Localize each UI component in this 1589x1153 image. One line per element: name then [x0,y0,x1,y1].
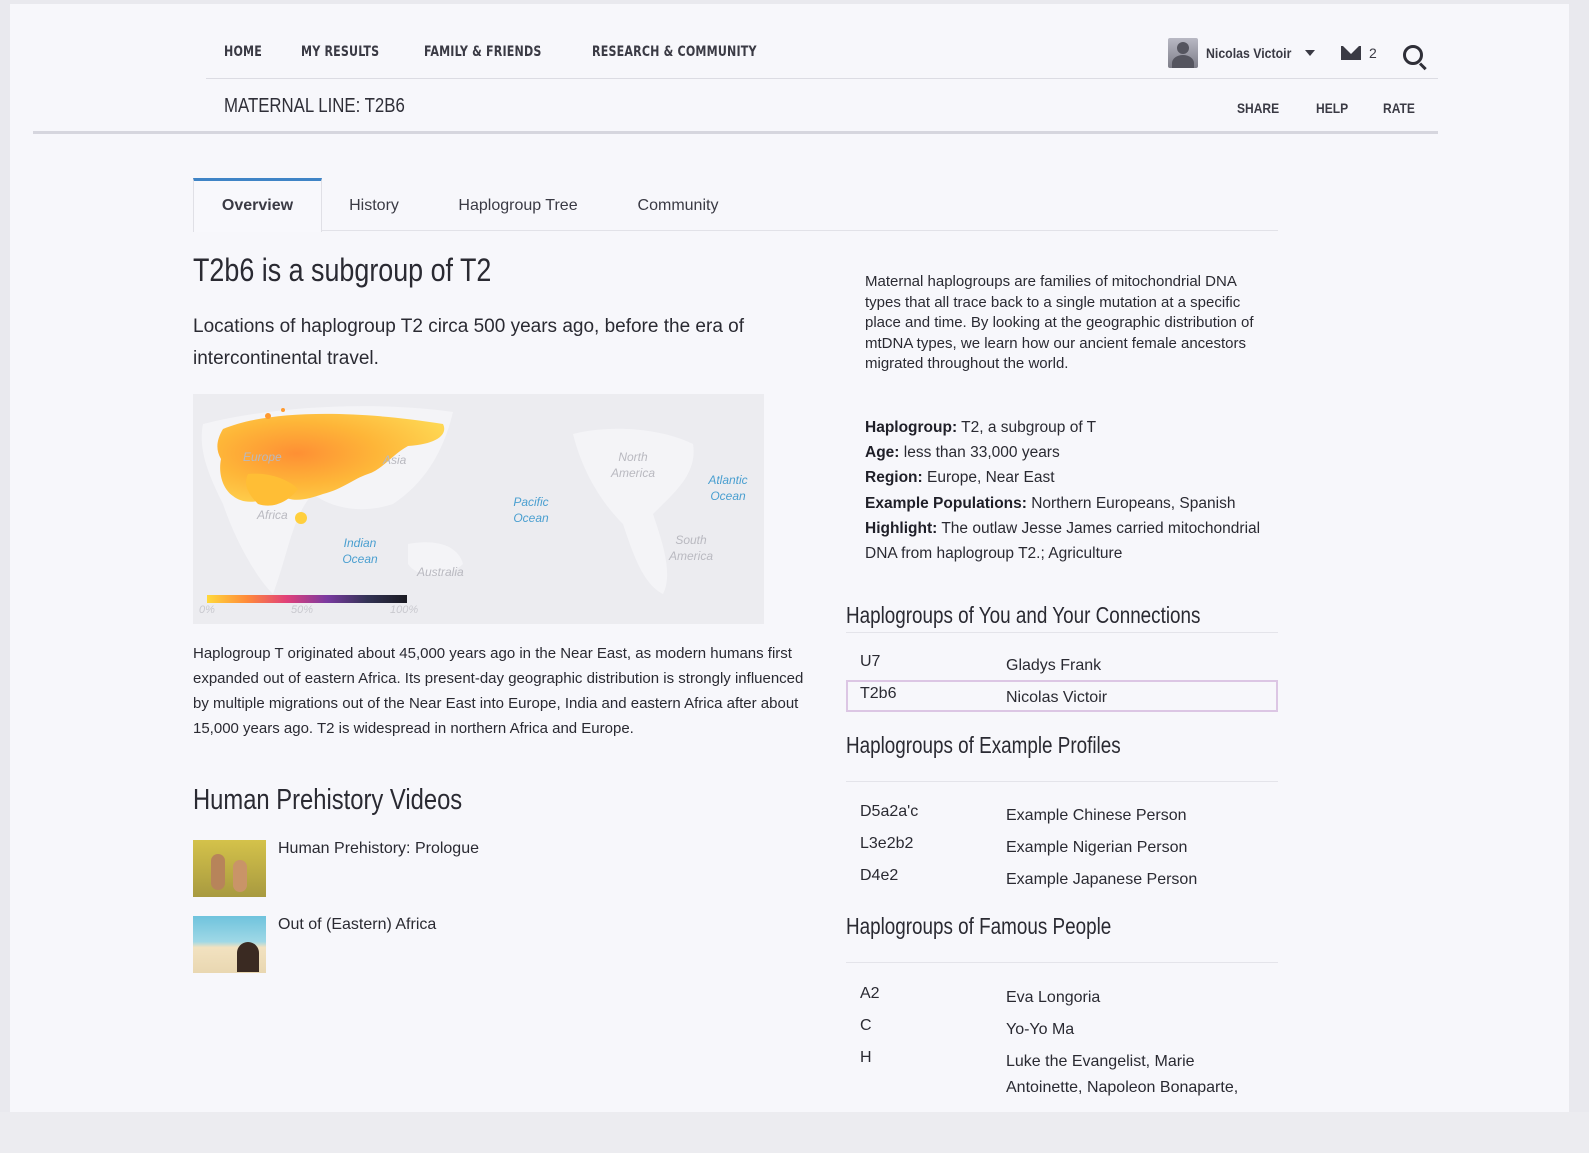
user-name: Nicolas Victoir [1206,45,1292,61]
table-row[interactable]: H Luke the Evangelist, Marie Antoinette,… [846,1044,1278,1098]
tab-history[interactable]: History [338,178,410,229]
search-icon[interactable] [1403,45,1423,65]
map-label-indian-ocean: Indian Ocean [342,536,378,566]
haplogroup-facts: Haplogroup: T2, a subgroup of T Age: les… [865,415,1275,566]
map-label-asia: Asia [383,453,407,467]
user-menu[interactable]: Nicolas Victoir 2 [1168,38,1377,68]
chevron-down-icon[interactable] [1305,50,1316,56]
person-name-cell[interactable]: Eva Longoria [1006,985,1266,1011]
fact-region: Region: Europe, Near East [865,469,1055,487]
map-label-europe: Europe [243,450,282,464]
fact-example-populations: Example Populations: Northern Europeans,… [865,494,1236,512]
avatar [1168,38,1198,68]
video-title[interactable]: Human Prehistory: Prologue [278,840,479,897]
page-bottom-edge [0,1112,1589,1153]
tab-bar: Overview History Haplogroup Tree Communi… [193,178,1278,232]
section-divider [846,781,1278,782]
haplogroup-cell: D4e2 [860,867,899,884]
page-title: MATERNAL LINE: T2B6 [224,95,405,117]
help-link[interactable]: HELP [1316,100,1348,116]
person-name-cell[interactable]: Nicolas Victoir [1006,685,1266,711]
video-thumbnail[interactable] [193,840,266,897]
nav-home-link[interactable]: HOME [224,44,262,60]
section-divider [846,962,1278,963]
map-label-north-america: North America [610,450,655,480]
share-link[interactable]: SHARE [1237,100,1279,116]
haplogroup-cell: T2b6 [860,685,897,702]
subbar-actions: SHARE HELP RATE [1237,100,1420,116]
haplogroup-cell: H [860,1049,872,1066]
main-heading: T2b6 is a subgroup of T2 [193,252,492,288]
haplogroup-intro: Maternal haplogroups are families of mit… [865,273,1254,372]
map-label-africa: Africa [257,508,288,522]
person-name-cell[interactable]: Example Japanese Person [1006,867,1266,893]
legend-tick-0: 0% [199,604,215,616]
person-name-cell[interactable]: Example Nigerian Person [1006,835,1266,861]
map-legend-scale [207,595,407,603]
haplogroup-cell: C [860,1017,872,1034]
video-item[interactable]: Human Prehistory: Prologue [193,840,479,897]
rate-link[interactable]: RATE [1383,100,1415,116]
haplogroup-cell: U7 [860,653,881,670]
person-name-cell[interactable]: Yo-Yo Ma [1006,1017,1266,1043]
famous-people-heading: Haplogroups of Famous People [846,913,1112,939]
table-row[interactable]: U7 Gladys Frank [846,648,1278,678]
nav-research-community-link[interactable]: RESEARCH & COMMUNITY [592,44,757,60]
messages-button[interactable]: 2 [1341,45,1377,61]
map-label-south-america: South America [668,533,713,563]
video-thumbnail[interactable] [193,916,266,973]
map-label-atlantic-ocean: Atlantic Ocean [708,473,748,503]
example-profiles-heading: Haplogroups of Example Profiles [846,732,1121,758]
nav-my-results-link[interactable]: MY RESULTS [301,44,379,60]
envelope-icon [1341,46,1362,60]
legend-tick-50: 50% [291,604,314,616]
videos-heading: Human Prehistory Videos [193,784,463,816]
table-row[interactable]: D4e2 Example Japanese Person [846,862,1278,892]
fact-haplogroup: Haplogroup: T2, a subgroup of T [865,419,1097,436]
tab-overview[interactable]: Overview [193,178,322,232]
haplogroup-cell: D5a2a'c [860,803,919,820]
haplogroup-description: Haplogroup T originated about 45,000 yea… [193,645,804,737]
tab-haplogroup-tree[interactable]: Haplogroup Tree [448,178,588,229]
haplogroup-cell: A2 [860,985,880,1002]
fact-highlight: Highlight: The outlaw Jesse James carrie… [865,519,1261,563]
tab-community[interactable]: Community [628,178,728,229]
message-count: 2 [1369,45,1377,61]
map-label-australia: Australia [417,565,464,579]
person-name-cell[interactable]: Luke the Evangelist, Marie Antoinette, N… [1006,1049,1266,1101]
person-name-cell[interactable]: Gladys Frank [1006,653,1266,679]
video-title[interactable]: Out of (Eastern) Africa [278,916,436,973]
table-row[interactable]: A2 Eva Longoria [846,980,1278,1010]
nav-family-friends-link[interactable]: FAMILY & FRIENDS [424,44,542,60]
table-row[interactable]: D5a2a'c Example Chinese Person [846,798,1278,828]
person-name-cell[interactable]: Example Chinese Person [1006,803,1266,829]
table-row[interactable]: C Yo-Yo Ma [846,1012,1278,1042]
map-caption: Locations of haplogroup T2 circa 500 yea… [193,316,745,369]
nav-divider [206,78,1438,79]
legend-tick-100: 100% [390,604,419,616]
section-divider [846,632,1278,633]
haplogroup-cell: L3e2b2 [860,835,914,852]
top-nav: HOME MY RESULTS FAMILY & FRIENDS RESEARC… [224,44,779,60]
video-item[interactable]: Out of (Eastern) Africa [193,916,436,973]
map-label-pacific-ocean: Pacific Ocean [513,495,549,525]
header-divider [33,131,1438,134]
table-row-selected[interactable]: T2b6 Nicolas Victoir [846,680,1278,712]
connections-heading: Haplogroups of You and Your Connections [846,602,1201,628]
table-row[interactable]: L3e2b2 Example Nigerian Person [846,830,1278,860]
fact-age: Age: less than 33,000 years [865,444,1060,462]
haplogroup-map: Europe Asia Africa North America South A… [193,394,764,624]
